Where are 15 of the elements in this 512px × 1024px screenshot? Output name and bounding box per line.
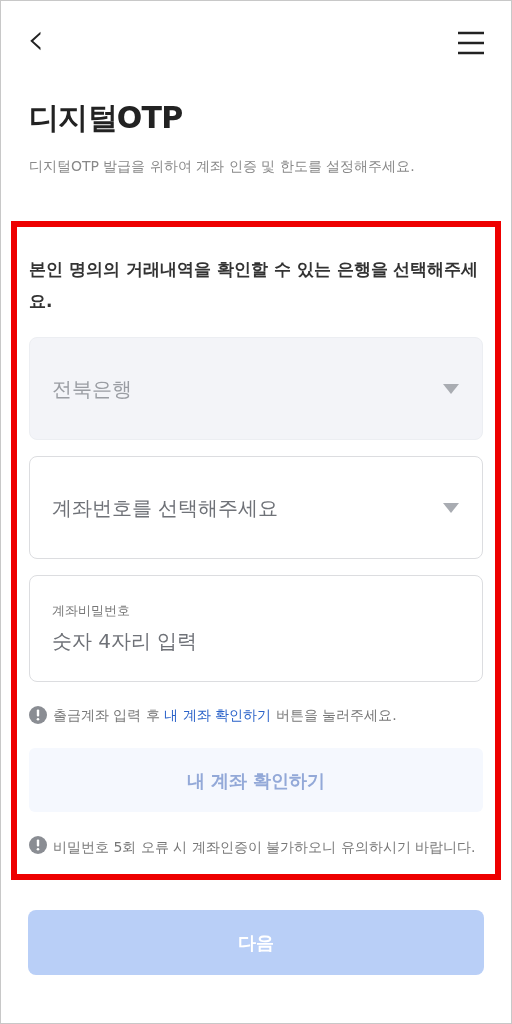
page-subtitle: 디지털OTP 발급을 위하여 계좌 인증 및 한도를 설정해주세요.: [28, 157, 416, 176]
back-button[interactable]: ‹: [27, 17, 45, 61]
section-heading: 본인 명의의 거래내역을 확인할 수 있는 은행을 선택해주세요.: [29, 258, 480, 313]
password-field[interactable]: 계좌비밀번호 숫자 4자리 입력: [29, 575, 483, 682]
notice-text: 출금계좌 입력 후 내 계좌 확인하기 버튼을 눌러주세요.: [53, 706, 397, 725]
info-icon: [29, 706, 47, 724]
warning-text: 비밀번호 5회 오류 시 계좌인증이 불가하오니 유의하시기 바랍니다.: [53, 838, 476, 857]
caret-icon: [442, 382, 460, 395]
menu-icon[interactable]: [457, 31, 485, 55]
verify-link[interactable]: 내 계좌 확인하기: [164, 707, 272, 723]
dropdown-field[interactable]: 계좌번호를 선택해주세요: [29, 456, 483, 559]
page-title: 디지털OTP: [28, 99, 184, 137]
info-icon: [29, 836, 47, 854]
password-input[interactable]: 숫자 4자리 입력: [52, 626, 460, 657]
caret-icon: [442, 501, 460, 514]
